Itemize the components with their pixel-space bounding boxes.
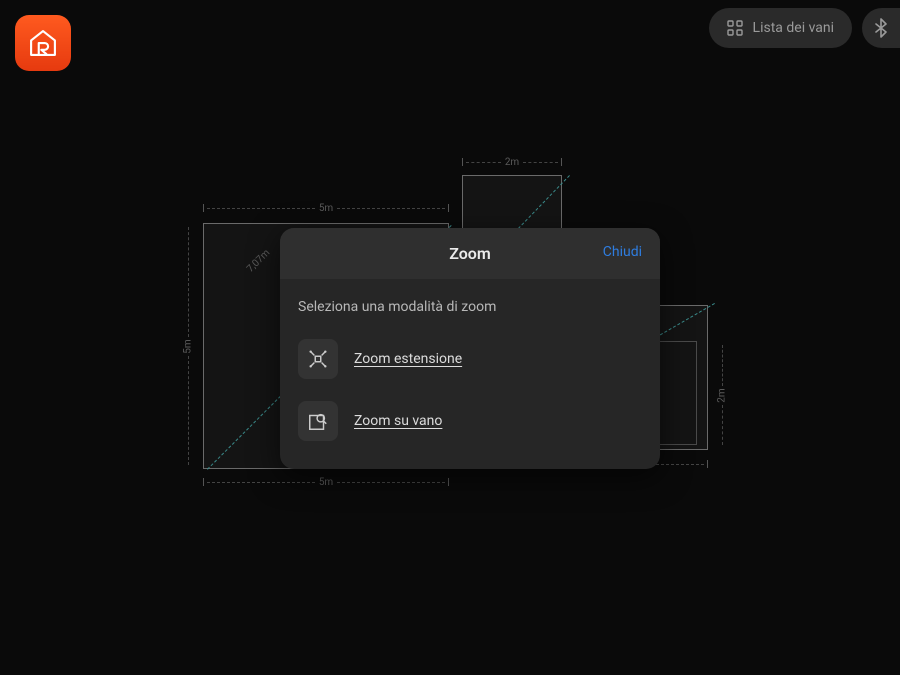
modal-title: Zoom (298, 244, 642, 263)
room-list-button[interactable]: Lista dei vani (709, 8, 852, 48)
zoom-extent-label: Zoom estensione (354, 351, 462, 367)
dimension-label: 5m (203, 475, 449, 489)
zoom-room-icon (298, 401, 338, 441)
zoom-extent-option[interactable]: Zoom estensione (298, 333, 642, 385)
zoom-extent-icon (298, 339, 338, 379)
close-button[interactable]: Chiudi (603, 244, 642, 260)
bluetooth-icon (873, 18, 889, 38)
modal-body: Seleziona una modalità di zoom Zoom este… (280, 279, 660, 469)
zoom-modal: Zoom Chiudi Seleziona una modalità di zo… (280, 228, 660, 469)
dimension-label: 5m (203, 201, 449, 215)
grid-icon (727, 20, 743, 36)
header-actions: Lista dei vani (709, 8, 900, 48)
modal-header: Zoom Chiudi (280, 228, 660, 279)
zoom-room-option[interactable]: Zoom su vano (298, 395, 642, 447)
zoom-room-label: Zoom su vano (354, 413, 442, 429)
dimension-label: 2m (715, 341, 729, 449)
bluetooth-button[interactable] (862, 8, 900, 48)
app-logo[interactable] (15, 15, 71, 71)
house-r-icon (26, 26, 60, 60)
dimension-label: 2m (462, 155, 562, 169)
room-list-label: Lista dei vani (753, 20, 834, 36)
dimension-label: 5m (181, 223, 195, 469)
modal-subtitle: Seleziona una modalità di zoom (298, 299, 642, 315)
